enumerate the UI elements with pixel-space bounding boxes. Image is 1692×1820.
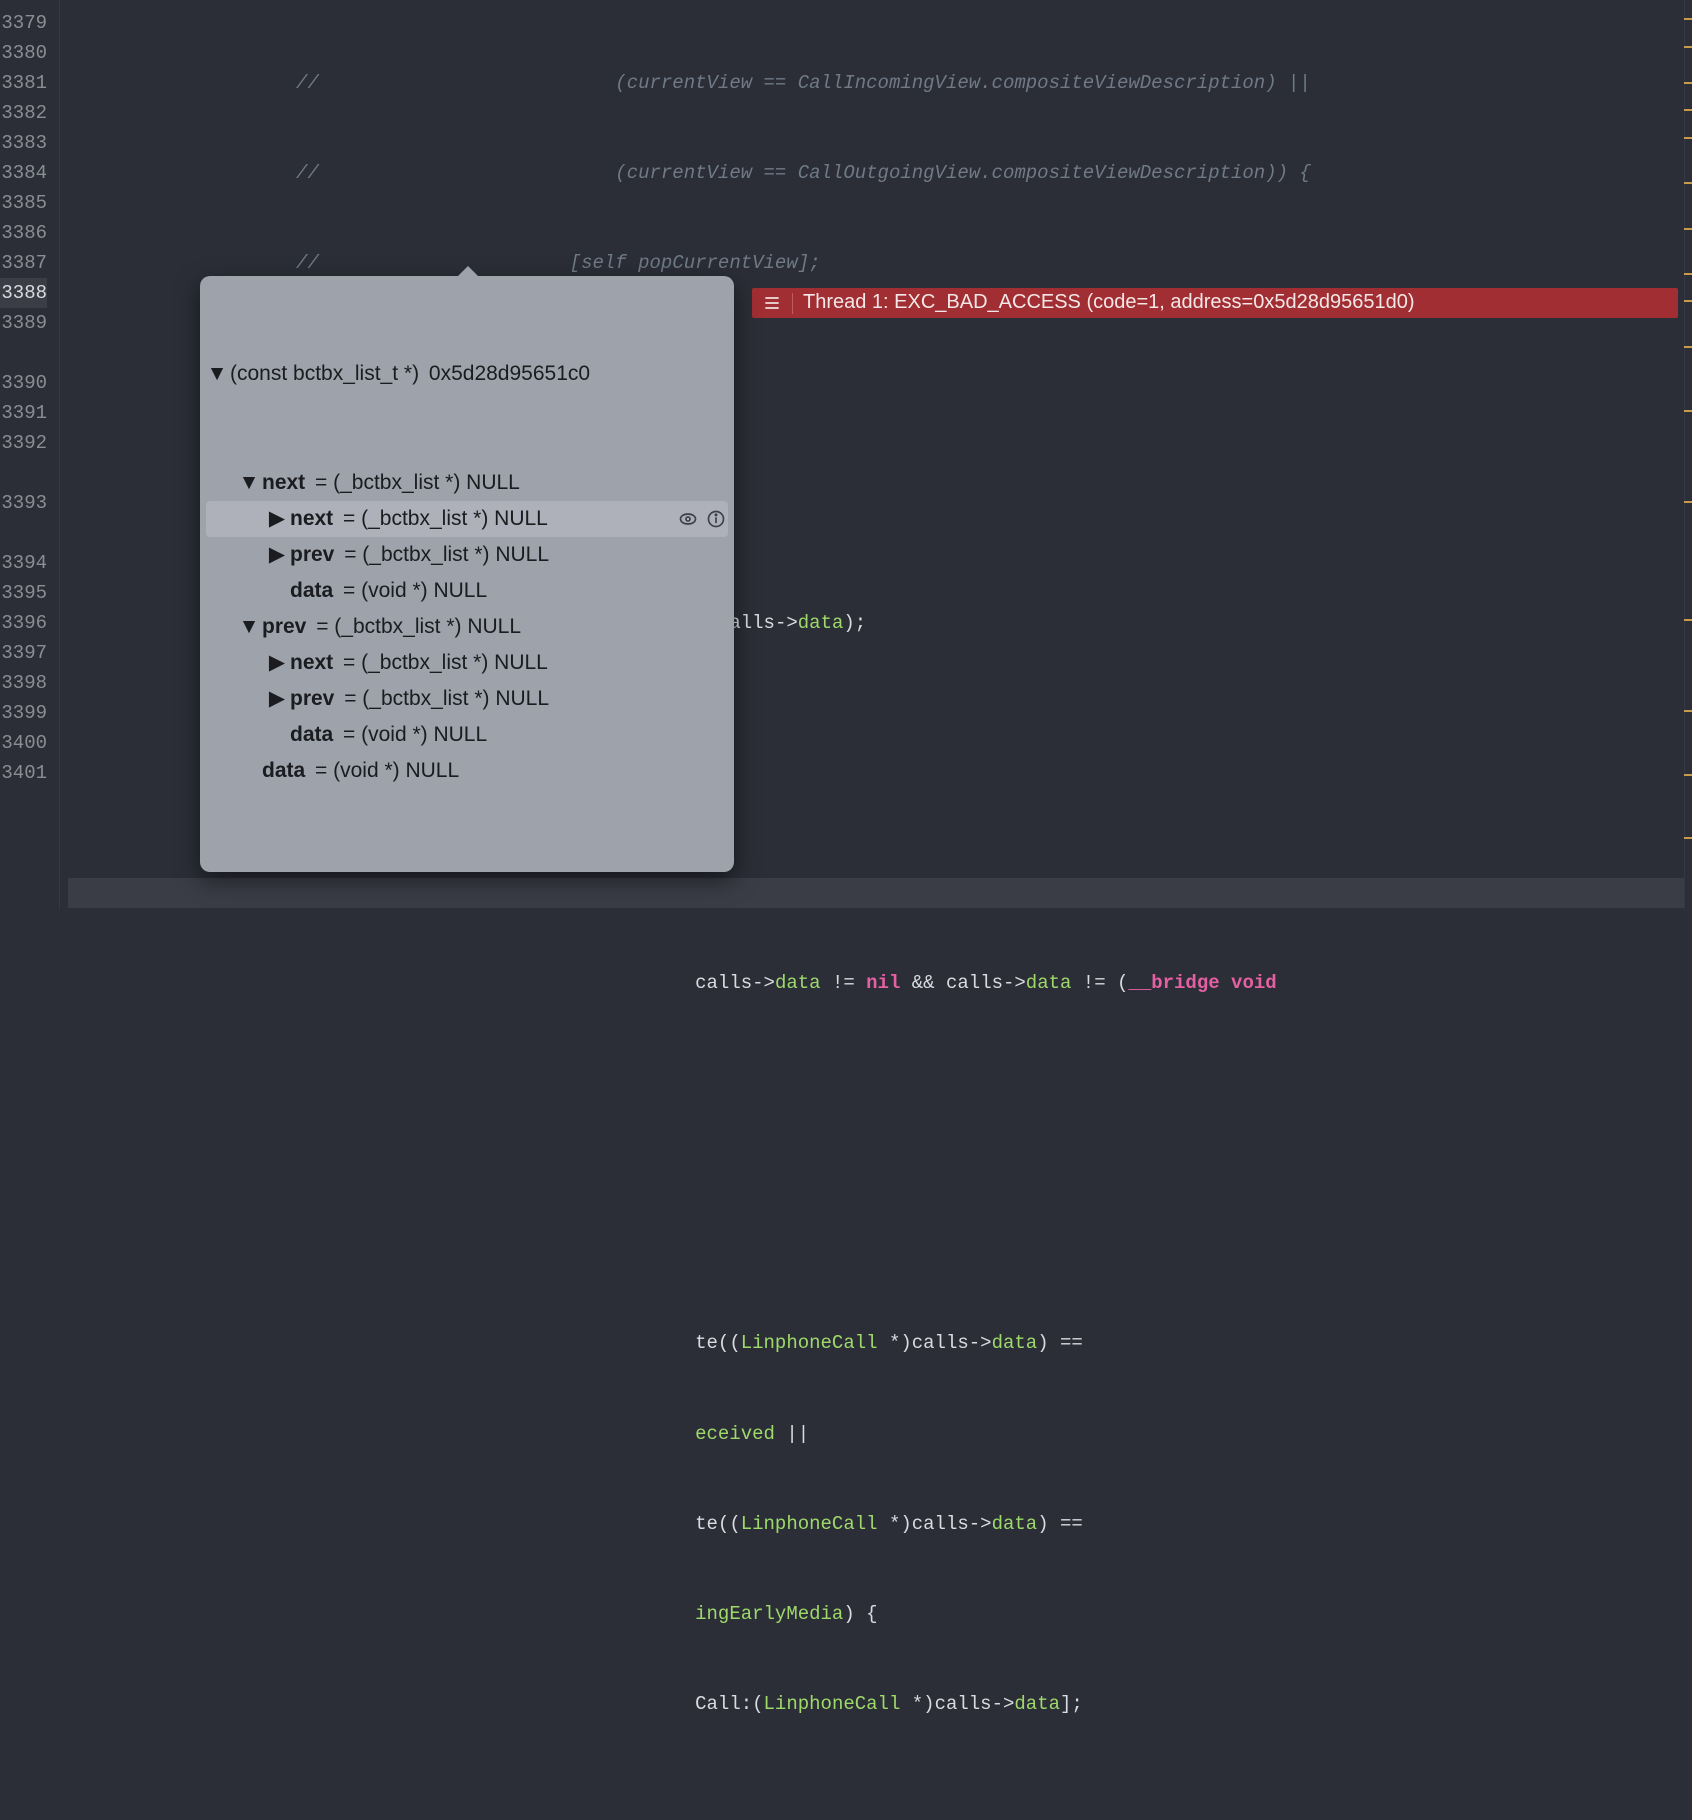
popover-root-type: (const bctbx_list_t *): [230, 356, 425, 392]
line-number[interactable]: 3388: [0, 278, 47, 308]
line-gutter[interactable]: 3379 3380 3381 3382 3383 3384 3385 3386 …: [0, 0, 60, 910]
line-number[interactable]: 3401: [0, 758, 47, 788]
line-number[interactable]: 3387: [0, 248, 47, 278]
variable-inspector-popover[interactable]: ▼ (const bctbx_list_t *) 0x5d28d95651c0 …: [200, 276, 734, 872]
disclosure-down-icon[interactable]: ▼: [208, 356, 226, 392]
code-text: calls->data != nil && calls->data != (__…: [68, 968, 1692, 998]
variable-name: next: [290, 645, 333, 681]
thread-list-icon[interactable]: [752, 293, 792, 313]
line-number[interactable]: 3390: [0, 368, 47, 398]
line-number[interactable]: 3385: [0, 188, 47, 218]
variable-name: next: [290, 501, 333, 537]
line-number[interactable]: 3381: [0, 68, 47, 98]
disclosure-right-icon[interactable]: ▶: [268, 645, 286, 681]
line-number[interactable]: 3397: [0, 638, 47, 668]
code-text: te((LinphoneCall *)calls->data) ==: [68, 1509, 1692, 1539]
line-number[interactable]: 3382: [0, 98, 47, 128]
line-number[interactable]: 3379: [0, 8, 47, 38]
popover-row[interactable]: ▶next = (_bctbx_list *) NULL: [206, 501, 728, 537]
line-number[interactable]: 3394: [0, 548, 47, 578]
code-comment: // (currentView == CallIncomingView.comp…: [68, 72, 1311, 94]
line-number[interactable]: 3392: [0, 428, 47, 458]
popover-row[interactable]: ▶prev = (_bctbx_list *) NULL: [206, 537, 728, 573]
exception-banner[interactable]: Thread 1: EXC_BAD_ACCESS (code=1, addres…: [752, 288, 1678, 318]
disclosure-down-icon[interactable]: ▼: [240, 465, 258, 501]
variable-name: data: [262, 753, 305, 789]
current-exec-line: [68, 878, 1692, 908]
line-number[interactable]: 3396: [0, 608, 47, 638]
code-text: te((LinphoneCall *)calls->data) ==: [68, 1328, 1692, 1358]
popover-root: ▼ (const bctbx_list_t *) 0x5d28d95651c0: [206, 356, 728, 392]
popover-row[interactable]: ▼next = (_bctbx_list *) NULL: [206, 465, 728, 501]
popover-row[interactable]: data = (void *) NULL: [206, 573, 728, 609]
variable-value: = (_bctbx_list *) NULL: [309, 465, 520, 501]
disclosure-down-icon[interactable]: ▼: [240, 609, 258, 645]
variable-value: = (void *) NULL: [337, 717, 487, 753]
quick-look-icon[interactable]: [678, 501, 698, 537]
line-number[interactable]: 3393: [0, 488, 47, 518]
disclosure-right-icon[interactable]: ▶: [268, 501, 286, 537]
line-number[interactable]: 3380: [0, 38, 47, 68]
code-comment: // (currentView == CallOutgoingView.comp…: [68, 162, 1311, 184]
exception-text: Thread 1: EXC_BAD_ACCESS (code=1, addres…: [793, 287, 1425, 319]
scroll-minimap[interactable]: [1684, 0, 1692, 910]
variable-value: = (_bctbx_list *) NULL: [310, 609, 521, 645]
popover-row[interactable]: data = (void *) NULL: [206, 717, 728, 753]
variable-value: = (void *) NULL: [309, 753, 459, 789]
popover-row[interactable]: ▶prev = (_bctbx_list *) NULL: [206, 681, 728, 717]
variable-value: = (_bctbx_list *) NULL: [337, 501, 548, 537]
line-number[interactable]: 3391: [0, 398, 47, 428]
code-area[interactable]: // (currentView == CallIncomingView.comp…: [60, 0, 1692, 910]
line-number[interactable]: 3400: [0, 728, 47, 758]
variable-name: data: [290, 573, 333, 609]
variable-name: prev: [262, 609, 306, 645]
line-number[interactable]: 3389: [0, 308, 47, 338]
variable-value: = (_bctbx_list *) NULL: [337, 645, 548, 681]
editor: 3379 3380 3381 3382 3383 3384 3385 3386 …: [0, 0, 1692, 910]
variable-value: = (void *) NULL: [337, 573, 487, 609]
variable-name: data: [290, 717, 333, 753]
line-number[interactable]: [0, 458, 47, 488]
line-number[interactable]: 3399: [0, 698, 47, 728]
popover-row[interactable]: data = (void *) NULL: [206, 753, 728, 789]
variable-name: next: [262, 465, 305, 501]
variable-name: prev: [290, 537, 334, 573]
code-text: Call:(LinphoneCall *)calls->data];: [68, 1689, 1692, 1719]
variable-name: prev: [290, 681, 334, 717]
line-number[interactable]: 3395: [0, 578, 47, 608]
variable-value: = (_bctbx_list *) NULL: [338, 537, 549, 573]
line-number[interactable]: 3386: [0, 218, 47, 248]
popover-row[interactable]: ▶next = (_bctbx_list *) NULL: [206, 645, 728, 681]
disclosure-right-icon[interactable]: ▶: [268, 537, 286, 573]
disclosure-right-icon[interactable]: ▶: [268, 681, 286, 717]
popover-row[interactable]: ▼prev = (_bctbx_list *) NULL: [206, 609, 728, 645]
line-number[interactable]: 3383: [0, 128, 47, 158]
popover-root-addr: 0x5d28d95651c0: [429, 356, 590, 392]
line-number[interactable]: [0, 338, 47, 368]
line-number[interactable]: 3384: [0, 158, 47, 188]
code-text: ingEarlyMedia) {: [68, 1599, 1692, 1629]
info-icon[interactable]: [706, 501, 726, 537]
code-text: eceived ||: [68, 1419, 1692, 1449]
line-number[interactable]: [0, 518, 47, 548]
line-number[interactable]: 3398: [0, 668, 47, 698]
variable-value: = (_bctbx_list *) NULL: [338, 681, 549, 717]
code-comment: // [self popCurrentView];: [68, 252, 821, 274]
